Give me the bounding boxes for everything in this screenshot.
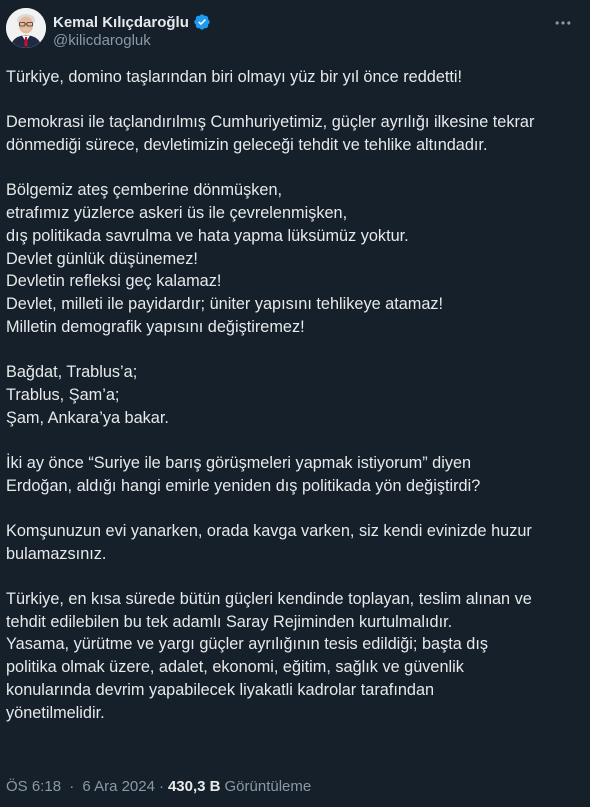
tweet-line: Yasama, yürütme ve yargı güçler ayrılığı… xyxy=(6,635,489,654)
tweet-line: Demokrasi ile taçlandırılmış Cumhuriyeti… xyxy=(6,113,535,132)
tweet-line: Türkiye, domino taşlarından biri olmayı … xyxy=(6,68,463,86)
tweet-line: dış politikada savrulma ve hata yapma lü… xyxy=(6,226,409,245)
tweet-paragraph: İki ay önce “Suriye ile barış görüşmeler… xyxy=(6,452,584,497)
avatar[interactable] xyxy=(6,8,46,48)
tweet-line: Devletin refleksi geç kalamaz! xyxy=(6,272,222,291)
more-options-button[interactable] xyxy=(546,8,580,38)
author-handle[interactable]: @kilicdarogluk xyxy=(53,32,151,49)
tweet-line: Erdoğan, aldığı hangi emirle yeniden dış… xyxy=(6,476,481,495)
author-display-name[interactable]: Kemal Kılıçdaroğlu xyxy=(53,14,189,31)
author-name-row: Kemal Kılıçdaroğlu xyxy=(53,12,211,32)
tweet-timestamp[interactable]: ÖS 6:18 · 6 Ara 2024 xyxy=(6,778,155,795)
tweet-date: 6 Ara 2024 xyxy=(82,778,155,795)
tweet-line: Bölgemiz ateş çemberine dönmüşken, xyxy=(6,181,283,200)
meta-separator: · xyxy=(69,778,75,795)
tweet-line: yönetilmelidir. xyxy=(6,703,105,722)
tweet-line: Milletin demografik yapısını değiştireme… xyxy=(6,317,305,336)
meta-separator: · xyxy=(158,778,164,795)
tweet-line: bulamazsınız. xyxy=(6,544,107,563)
tweet-line: Devlet günlük düşünemez! xyxy=(6,249,198,268)
tweet-line: politika olmak üzere, adalet, ekonomi, e… xyxy=(6,658,464,677)
tweet-line: İki ay önce “Suriye ile barış görüşmeler… xyxy=(6,453,472,472)
tweet-meta: ÖS 6:18 · 6 Ara 2024 · 430,3 B Görüntüle… xyxy=(6,778,311,795)
tweet-paragraph: Bağdat, Trablus’a; Trablus, Şam’a; Şam, An… xyxy=(6,361,584,429)
tweet-line: Şam, Ankara’ya bakar. xyxy=(6,408,169,427)
verified-badge-icon[interactable] xyxy=(193,13,211,31)
tweet-line: Komşunuzun evi yanarken, orada kavga var… xyxy=(6,521,532,540)
views-label: Görüntüleme xyxy=(224,778,312,795)
tweet-paragraph: Türkiye, en kısa sürede bütün güçleri ke… xyxy=(6,588,584,724)
tweet-paragraph: Türkiye, domino taşlarından biri olmayı … xyxy=(6,66,584,89)
tweet-time: ÖS 6:18 xyxy=(6,778,62,795)
tweet-paragraph: Demokrasi ile taçlandırılmış Cumhuriyeti… xyxy=(6,111,584,156)
tweet-paragraph: Komşunuzun evi yanarken, orada kavga var… xyxy=(6,520,584,565)
more-horizontal-icon xyxy=(555,21,571,25)
tweet-line: etrafımız yüzlerce askeri üs ile çevrele… xyxy=(6,204,348,223)
tweet-header: Kemal Kılıçdaroğlu @kilicdarogluk xyxy=(0,0,590,60)
tweet-text: Türkiye, domino taşlarından biri olmayı … xyxy=(6,66,584,724)
tweet-detail: Kemal Kılıçdaroğlu @kilicdarogluk Türkiy… xyxy=(0,0,590,807)
tweet-line: Trablus, Şam’a; xyxy=(6,385,120,404)
tweet-paragraph: Bölgemiz ateş çemberine dönmüşken, etrafı… xyxy=(6,179,584,338)
tweet-line: tehdit edilebilen bu tek adamlı Saray Re… xyxy=(6,612,453,631)
views-count[interactable]: 430,3 B xyxy=(168,778,221,795)
avatar-portrait-image xyxy=(6,8,46,48)
tweet-line: Türkiye, en kısa sürede bütün güçleri ke… xyxy=(6,590,532,609)
tweet-line: Devlet, milleti ile payidardır; üniter y… xyxy=(6,295,444,313)
tweet-line: konularında devrim yapabilecek liyakatli… xyxy=(6,680,435,699)
tweet-line: dönmediği sürece, devletimizin geleceği … xyxy=(6,136,488,155)
tweet-line: Bağdat, Trablus’a; xyxy=(6,363,138,382)
